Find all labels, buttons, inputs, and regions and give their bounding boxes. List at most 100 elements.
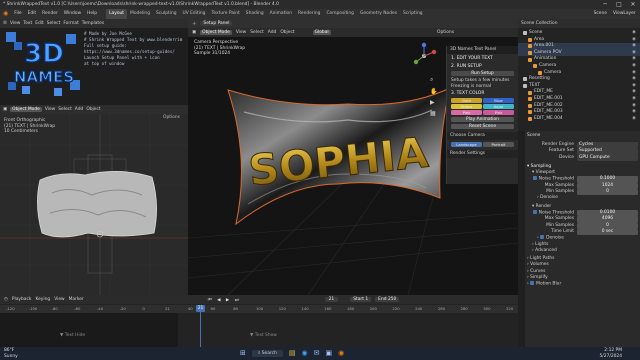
vp-menu-select[interactable]: Select xyxy=(250,30,264,35)
te-menu-text[interactable]: Text xyxy=(23,21,32,26)
color-yellow-button[interactable]: Yellow xyxy=(451,104,482,109)
tab-scripting[interactable]: Scripting xyxy=(400,9,426,19)
vp-menu-add[interactable]: Add xyxy=(268,30,277,35)
max-samples-render-field[interactable]: 4096 xyxy=(577,216,638,223)
uv-menu-view[interactable]: View xyxy=(45,107,55,112)
visibility-eye-icon[interactable]: ◉ xyxy=(632,103,636,110)
tab-compositing[interactable]: Compositing xyxy=(323,9,357,19)
tl-menu-marker[interactable]: Marker xyxy=(69,297,84,302)
tab-layout[interactable]: Layout xyxy=(106,9,128,19)
clock[interactable]: 2:12 PM 5/27/2024 xyxy=(599,348,622,359)
outliner-item[interactable]: Area.001 ◉ xyxy=(518,43,640,50)
maximize-button[interactable]: □ xyxy=(612,0,626,9)
visibility-eye-icon[interactable]: ◉ xyxy=(632,116,636,123)
visibility-eye-icon[interactable]: ◉ xyxy=(632,76,636,83)
menu-render[interactable]: Render xyxy=(39,9,61,19)
blender-logo-icon[interactable]: ◉ xyxy=(0,9,11,19)
color-pink-2-button[interactable]: Pink xyxy=(483,110,514,115)
min-samples-viewport-field[interactable]: 0 xyxy=(577,189,638,196)
visibility-eye-icon[interactable]: ◉ xyxy=(632,43,636,50)
blender-taskbar-icon[interactable]: ◉ xyxy=(338,349,344,357)
choose-camera-header[interactable]: Choose Camera xyxy=(447,132,518,140)
navigation-gizmo[interactable] xyxy=(410,42,438,70)
transform-orientation[interactable]: Global xyxy=(312,30,331,35)
tab-modeling[interactable]: Modeling xyxy=(127,9,153,19)
te-menu-format[interactable]: Format xyxy=(63,21,78,26)
browser-icon[interactable]: ◉ xyxy=(301,349,307,357)
tab-texture-paint[interactable]: Texture Paint xyxy=(208,9,242,19)
minimize-button[interactable]: ─ xyxy=(598,0,612,9)
advanced-subsection[interactable]: › Advanced xyxy=(527,248,638,254)
tab-sculpting[interactable]: Sculpting xyxy=(153,9,180,19)
outliner-item[interactable]: EDIT_ME.003 ◉ xyxy=(518,109,640,116)
color-aqua-button[interactable]: Aqua xyxy=(483,104,514,109)
end-frame-field[interactable]: 250 xyxy=(388,297,396,302)
visibility-eye-icon[interactable]: ◉ xyxy=(632,89,636,96)
mode-dropdown[interactable]: Object Mode xyxy=(10,107,42,112)
color-blue-button[interactable]: Blue xyxy=(483,98,514,103)
taskbar-search[interactable]: ⌕ Search xyxy=(251,349,283,357)
te-menu-select[interactable]: Select xyxy=(47,21,61,26)
te-menu-edit[interactable]: Edit xyxy=(35,21,44,26)
menu-file[interactable]: File xyxy=(11,9,24,19)
grid-icon[interactable]: ▦ xyxy=(430,110,437,117)
portrait-button[interactable]: Portrait xyxy=(483,142,514,147)
outliner-item[interactable]: EDIT_ME.001 ◉ xyxy=(518,96,640,103)
front-ortho-viewport[interactable]: Front Orthographic (21) TEXT | ShrinkWra… xyxy=(0,105,188,295)
play-animation-button[interactable]: Play Animation xyxy=(451,117,514,122)
editor-type-icon[interactable]: ☰ xyxy=(3,21,7,26)
editor-type-icon[interactable]: ▣ xyxy=(3,107,7,112)
menu-edit[interactable]: Edit xyxy=(25,9,40,19)
tab-rendering[interactable]: Rendering xyxy=(295,9,323,19)
outliner-item[interactable]: Animation ◉ xyxy=(518,56,640,63)
run-setup-button[interactable]: Run Setup xyxy=(451,71,514,76)
hand-icon[interactable]: ✋ xyxy=(430,88,437,95)
tl-menu-playback[interactable]: Playback xyxy=(12,297,32,302)
zoom-icon[interactable]: ⌕ xyxy=(430,76,437,84)
tab-uv-editing[interactable]: UV Editing xyxy=(180,9,209,19)
outliner-item[interactable]: EDIT_ME ◉ xyxy=(518,89,640,96)
uv-menu-select[interactable]: Select xyxy=(58,107,72,112)
editor-type-icon[interactable]: ◷ xyxy=(4,297,8,302)
close-button[interactable]: ✕ xyxy=(626,0,640,9)
denoise-subsection[interactable]: › Denoise xyxy=(527,195,638,201)
visibility-eye-icon[interactable]: ◉ xyxy=(632,96,636,103)
tl-menu-view[interactable]: View xyxy=(54,297,64,302)
vp-menu-object[interactable]: Object xyxy=(280,30,294,35)
outliner-item[interactable]: EDIT_ME.004 ◉ xyxy=(518,116,640,123)
plus-icon[interactable]: ＋ xyxy=(192,21,196,27)
camera-icon[interactable]: ▶ xyxy=(430,99,437,106)
visibility-eye-icon[interactable]: ◉ xyxy=(632,37,636,44)
render-settings-header[interactable]: Render Settings xyxy=(447,150,518,158)
windows-start-icon[interactable]: ⊞ xyxy=(240,349,246,357)
frame-ruler[interactable]: -120 -100 -80 -60 -40 -20 0 21 40 60 80 100 120 140 16… xyxy=(0,305,518,313)
setup-panel-button[interactable]: Setup Panel xyxy=(200,21,233,26)
view-layer-selector[interactable]: ViewLayer xyxy=(610,9,640,19)
file-explorer-icon[interactable]: ▤ xyxy=(289,349,296,357)
reset-scene-button[interactable]: Reset Scene xyxy=(451,124,514,129)
noise-threshold-viewport-field[interactable]: 0.1000 xyxy=(577,176,638,183)
tab-shading[interactable]: Shading xyxy=(243,9,267,19)
scene-selector[interactable]: Scene xyxy=(591,9,610,19)
color-pink-button[interactable]: Pink xyxy=(451,110,482,115)
visibility-eye-icon[interactable]: ◉ xyxy=(632,30,636,37)
uv-menu-add[interactable]: Add xyxy=(75,107,84,112)
options-button[interactable]: Options xyxy=(437,30,518,35)
editor-type-icon[interactable]: ▣ xyxy=(192,30,196,35)
outliner-item[interactable]: Camera ◉ xyxy=(518,63,640,70)
start-frame-field[interactable]: 1 xyxy=(365,297,368,302)
visibility-eye-icon[interactable]: ◉ xyxy=(632,83,636,90)
menu-window[interactable]: Window xyxy=(61,9,84,19)
menu-help[interactable]: Help xyxy=(84,9,100,19)
section-motion-blur[interactable]: › Motion Blur xyxy=(527,280,638,288)
feature-set-dropdown[interactable]: Supported xyxy=(577,148,638,155)
current-frame-field[interactable]: 21 xyxy=(324,297,339,302)
tl-menu-keying[interactable]: Keying xyxy=(35,297,50,302)
visibility-eye-icon[interactable]: ◉ xyxy=(632,50,636,57)
options-button[interactable]: Options xyxy=(163,115,180,120)
outliner-item[interactable]: Resetting ◉ xyxy=(518,76,640,83)
timeline[interactable]: ◷ Playback Keying View Marker ⏮ ◀ ▶ ⏭ 21… xyxy=(0,295,518,347)
te-menu-view[interactable]: View xyxy=(10,21,20,26)
visibility-eye-icon[interactable]: ◉ xyxy=(632,63,636,70)
time-limit-field[interactable]: 0 sec xyxy=(577,228,638,236)
